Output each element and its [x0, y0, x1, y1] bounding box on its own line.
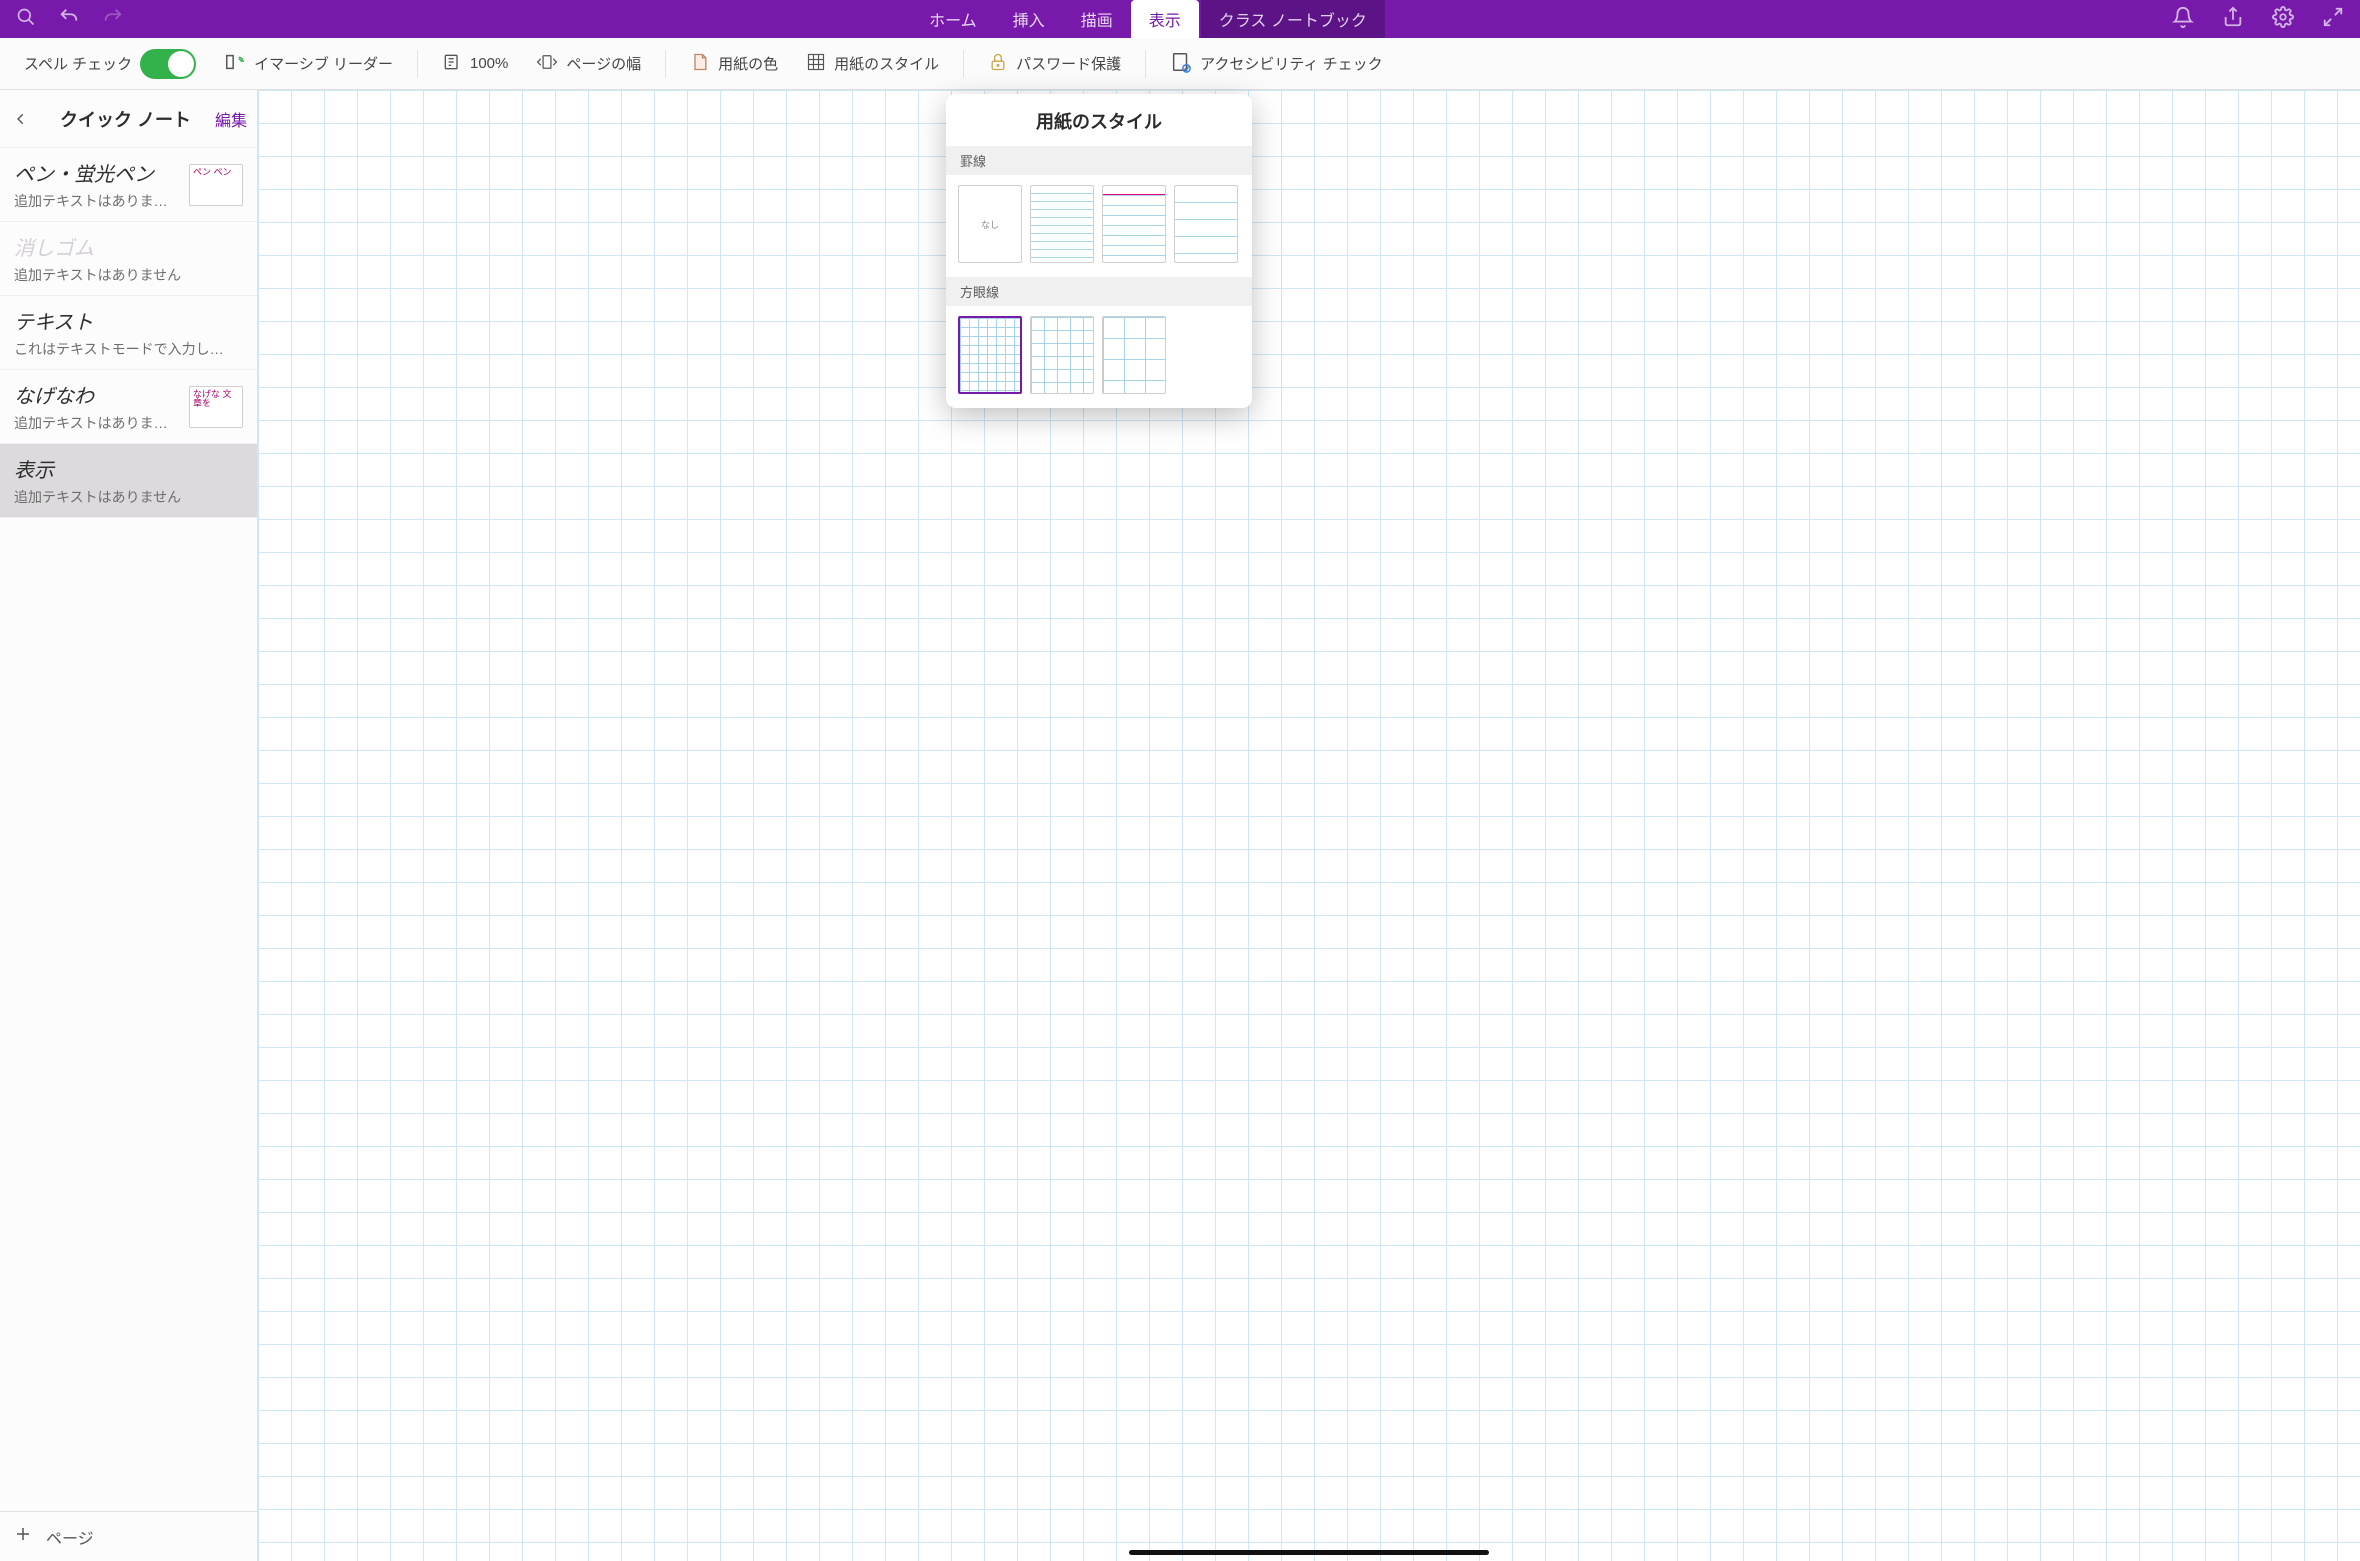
accessibility-icon: [1170, 51, 1192, 77]
spellcheck-toggle[interactable]: スペル チェック: [14, 43, 206, 85]
grid-options: [946, 306, 1252, 408]
topbar: ホーム挿入描画表示クラス ノートブック: [0, 0, 2360, 38]
add-page-button[interactable]: ページ: [0, 1511, 257, 1561]
note-subtitle: 追加テキストはありません: [14, 265, 243, 285]
grid-large[interactable]: [1102, 316, 1166, 394]
spellcheck-label: スペル チェック: [24, 53, 132, 74]
note-list: ペン・蛍光ペン追加テキストはありま…ペン ペン消しゴム追加テキストはありませんテ…: [0, 148, 257, 1511]
share-icon[interactable]: [2222, 6, 2244, 33]
toggle-switch[interactable]: [140, 49, 196, 79]
redo-icon[interactable]: [102, 6, 124, 33]
tab-class-notebook[interactable]: クラス ノートブック: [1201, 0, 1385, 38]
note-item[interactable]: ペン・蛍光ペン追加テキストはありま… ペン ペン: [0, 148, 257, 222]
content-area: クイック ノート 編集 ペン・蛍光ペン追加テキストはありま…ペン ペン消しゴム追…: [0, 90, 2360, 1561]
search-icon[interactable]: [16, 7, 36, 32]
immersive-reader-button[interactable]: イマーシブ リーダー: [214, 45, 403, 83]
zoom-icon: [442, 52, 462, 76]
password-protect-button[interactable]: パスワード保護: [978, 45, 1131, 83]
paper-color-button[interactable]: 用紙の色: [680, 45, 788, 83]
ruled-none[interactable]: なし: [958, 185, 1022, 263]
ruled-wide[interactable]: [1174, 185, 1238, 263]
tab-表示[interactable]: 表示: [1131, 0, 1199, 38]
notifications-icon[interactable]: [2172, 6, 2194, 33]
settings-icon[interactable]: [2272, 6, 2294, 33]
note-title: 消しゴム: [14, 232, 243, 261]
grid-small[interactable]: [958, 316, 1022, 394]
ruled-options: なし: [946, 175, 1252, 277]
undo-icon[interactable]: [58, 6, 80, 33]
note-thumbnail: なげな 文章を: [189, 386, 243, 428]
note-item[interactable]: 消しゴム追加テキストはありません: [0, 222, 257, 296]
lock-icon: [988, 51, 1008, 77]
accessibility-check-button[interactable]: アクセシビリティ チェック: [1160, 45, 1393, 83]
paper-style-icon: [806, 52, 826, 76]
note-subtitle: 追加テキストはありません: [14, 487, 243, 507]
note-item[interactable]: 表示追加テキストはありません: [0, 444, 257, 518]
note-subtitle: これはテキストモードで入力し…: [14, 339, 243, 359]
sidebar-title: クイック ノート: [36, 106, 215, 132]
note-item[interactable]: なげなわ追加テキストはありま… なげな 文章を: [0, 370, 257, 444]
edit-button[interactable]: 編集: [215, 107, 247, 131]
page-width-button[interactable]: ページの幅: [526, 46, 651, 82]
note-item[interactable]: テキストこれはテキストモードで入力し…: [0, 296, 257, 370]
section-grid-label: 方眼線: [946, 277, 1252, 306]
note-title: なげなわ: [14, 380, 181, 409]
sidebar-header: クイック ノート 編集: [0, 90, 257, 148]
section-ruled-label: 罫線: [946, 146, 1252, 175]
page-width-icon: [536, 52, 558, 76]
paper-style-popover: 用紙のスタイル 罫線 なし 方眼線: [946, 94, 1252, 408]
tab-挿入[interactable]: 挿入: [995, 0, 1063, 38]
ruled-narrow[interactable]: [1030, 185, 1094, 263]
back-button[interactable]: [6, 108, 36, 130]
ribbon: スペル チェック イマーシブ リーダー 100% ページの幅 用紙の色 用紙のス…: [0, 38, 2360, 90]
zoom-button[interactable]: 100%: [432, 46, 518, 82]
tab-描画[interactable]: 描画: [1063, 0, 1131, 38]
note-subtitle: 追加テキストはありま…: [14, 413, 181, 433]
note-thumbnail: ペン ペン: [189, 164, 243, 206]
plus-icon: [14, 1525, 32, 1548]
tab-ホーム[interactable]: ホーム: [911, 0, 995, 38]
popover-title: 用紙のスタイル: [946, 94, 1252, 146]
paper-color-icon: [690, 51, 710, 77]
immersive-reader-icon: [224, 51, 246, 77]
note-title: ペン・蛍光ペン: [14, 158, 181, 187]
expand-icon[interactable]: [2322, 6, 2344, 33]
note-subtitle: 追加テキストはありま…: [14, 191, 181, 211]
note-title: 表示: [14, 454, 243, 483]
ruled-college[interactable]: [1102, 185, 1166, 263]
note-canvas[interactable]: 用紙のスタイル 罫線 なし 方眼線: [258, 90, 2360, 1561]
paper-style-button[interactable]: 用紙のスタイル: [796, 46, 949, 82]
grid-medium[interactable]: [1030, 316, 1094, 394]
sidebar: クイック ノート 編集 ペン・蛍光ペン追加テキストはありま…ペン ペン消しゴム追…: [0, 90, 258, 1561]
note-title: テキスト: [14, 306, 243, 335]
home-indicator: [1129, 1550, 1489, 1555]
